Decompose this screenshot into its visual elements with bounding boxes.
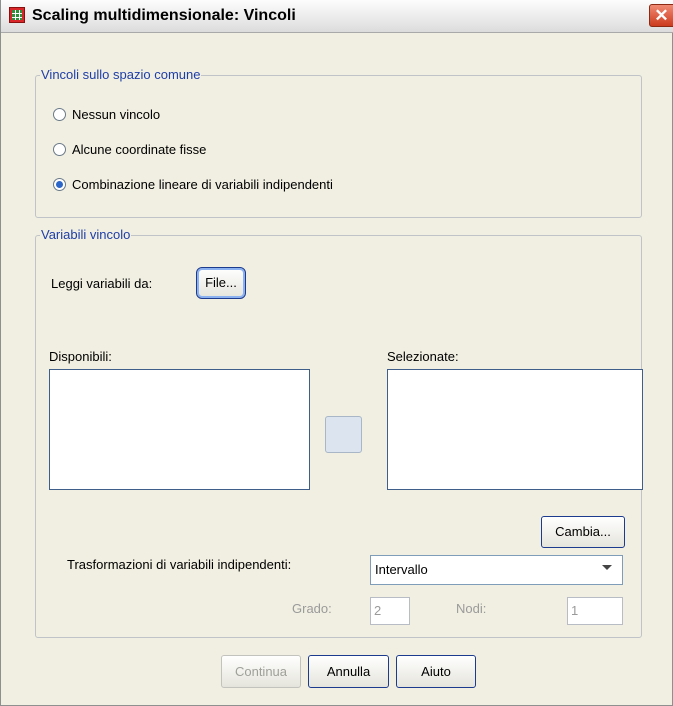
available-label: Disponibili: [49, 349, 112, 364]
radio-label: Combinazione lineare di variabili indipe… [72, 177, 333, 192]
available-variables-list[interactable] [49, 369, 310, 490]
move-right-button[interactable] [325, 416, 362, 453]
cancel-button[interactable]: Annulla [308, 655, 389, 688]
radio-label: Alcune coordinate fisse [72, 142, 207, 157]
radio-button-selected-icon[interactable] [53, 178, 66, 191]
title-bar[interactable]: Scaling multidimensionale: Vincoli ✕ [1, 0, 673, 33]
dialog-window: Scaling multidimensionale: Vincoli ✕ Vin… [0, 0, 673, 706]
degree-field[interactable]: 2 [370, 597, 410, 625]
constraints-group: Vincoli sullo spazio comune Nessun vinco… [35, 67, 642, 218]
degree-label: Grado: [292, 601, 332, 616]
nodes-label: Nodi: [456, 601, 487, 616]
radio-button-icon[interactable] [53, 108, 66, 121]
read-variables-label: Leggi variabili da: [51, 276, 153, 291]
close-button[interactable]: ✕ [649, 4, 673, 27]
transform-selected-value: Intervallo [375, 562, 428, 577]
radio-button-icon[interactable] [53, 143, 66, 156]
continue-button[interactable]: Continua [221, 655, 301, 688]
selected-variables-list[interactable] [387, 369, 643, 490]
spss-app-icon [9, 7, 25, 23]
constraint-variables-group: Variabili vincolo Leggi variabili da: Fi… [35, 227, 643, 638]
help-button[interactable]: Aiuto [396, 655, 476, 688]
constraints-group-legend: Vincoli sullo spazio comune [40, 67, 202, 82]
constraint-variables-legend: Variabili vincolo [40, 227, 132, 242]
change-button[interactable]: Cambia... [541, 516, 625, 548]
selected-label: Selezionate: [387, 349, 459, 364]
window-title: Scaling multidimensionale: Vincoli [32, 7, 296, 24]
radio-no-constraints[interactable]: Nessun vincolo [53, 107, 160, 122]
radio-label: Nessun vincolo [72, 107, 161, 122]
file-button[interactable]: File... [196, 267, 246, 299]
nodes-field[interactable]: 1 [567, 597, 623, 625]
radio-linear-combination[interactable]: Combinazione lineare di variabili indipe… [53, 177, 333, 192]
radio-fixed-coordinates[interactable]: Alcune coordinate fisse [53, 142, 206, 157]
chevron-down-icon [602, 565, 612, 570]
transform-label: Trasformazioni di variabili indipendenti… [67, 557, 292, 572]
transform-select[interactable]: Intervallo [370, 555, 623, 585]
